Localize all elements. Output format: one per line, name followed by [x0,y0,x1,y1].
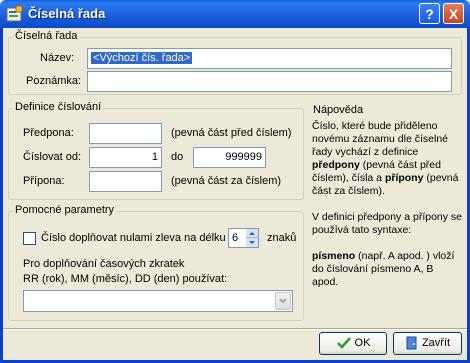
check-icon [336,337,351,349]
abbr-line2: RR (rok), MM (měsíc), DD (den) používat: [23,273,228,285]
close-button[interactable]: Zavřít [393,332,462,355]
to-label: do [171,151,184,163]
close-label: Zavřít [421,337,451,349]
spin-up-icon[interactable] [246,229,258,238]
abbr-select[interactable] [23,290,293,312]
bottom-divider [3,328,467,330]
pad-zeros-checkbox[interactable] [23,232,36,245]
spin-down-icon[interactable] [246,238,258,247]
app-icon [6,5,24,23]
to-input[interactable]: 999999 [193,147,266,168]
prefix-input[interactable] [89,123,162,144]
suffix-label: Přípona: [23,175,65,187]
ok-button[interactable]: OK [319,332,387,355]
pad-unit-label: znaků [267,232,297,244]
door-exit-icon [406,336,417,350]
pad-length-spinner[interactable] [246,229,258,247]
prefix-label: Předpona: [23,127,74,139]
help-text: Číslo, které bude přiděleno novému zázna… [312,120,462,289]
help-paragraph-2: V definici předpony a přípony se používá… [312,211,463,236]
help-title: Nápověda [313,104,364,116]
suffix-input[interactable] [89,171,162,192]
window-frame-left [0,28,3,363]
note-input[interactable] [87,71,452,92]
help-paragraph-3: písmeno (např. A apod. ) vloží do číslov… [312,250,455,288]
pad-zeros-label: Číslo doplňovat nulami zleva na délku [41,232,226,244]
close-window-button[interactable]: X [443,3,464,24]
name-input-value: <Výchozí čís. řada> [89,51,194,65]
name-label: Název: [40,52,75,64]
abbr-line1: Pro doplňování časových zkratek [23,258,185,270]
help-paragraph-1: Číslo, které bude přiděleno novému zázna… [312,120,459,197]
note-label: Poznámka: [26,75,82,87]
ok-label: OK [354,337,371,349]
suffix-hint: (pevná část za číslem) [171,175,282,187]
aux-group-title: Pomocné parametry [13,204,117,216]
prefix-hint: (pevná část před číslem) [171,127,292,139]
series-group-title: Číselná řada [13,30,80,42]
name-input[interactable]: <Výchozí čís. řada> [87,48,452,69]
abbr-select-dropdown-button[interactable] [275,292,291,310]
from-label: Číslovat od: [23,151,82,163]
numbering-group-title: Definice číslování [13,101,104,113]
help-button[interactable]: ? [419,3,440,24]
window-title: Číselná řada [28,6,106,21]
from-input[interactable]: 1 [89,147,162,168]
chevron-down-icon [279,298,287,304]
